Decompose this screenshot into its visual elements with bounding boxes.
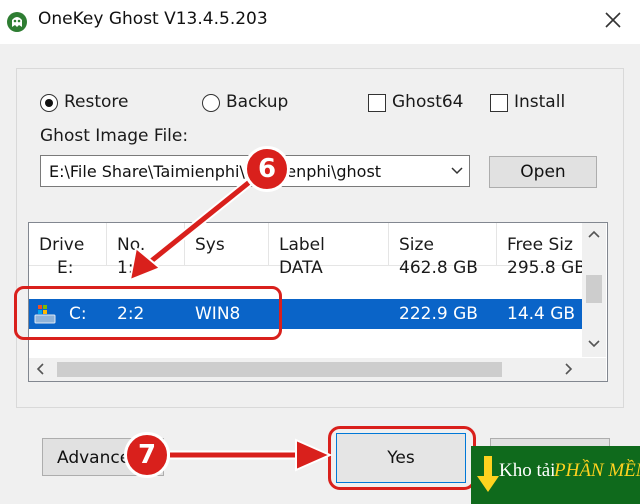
download-arrow-icon bbox=[477, 456, 499, 492]
arrow-7-head bbox=[295, 438, 333, 472]
watermark-logo: Kho tải PHẦN MỀM bbox=[471, 446, 640, 504]
step-7-badge: 7 bbox=[124, 432, 170, 478]
arrow-6-line bbox=[148, 178, 254, 264]
annotation-arrows bbox=[128, 176, 333, 472]
watermark-text-a: Kho tải bbox=[499, 460, 556, 481]
watermark-text-b: PHẦN MỀM bbox=[554, 460, 640, 481]
step-6-badge: 6 bbox=[244, 146, 290, 192]
